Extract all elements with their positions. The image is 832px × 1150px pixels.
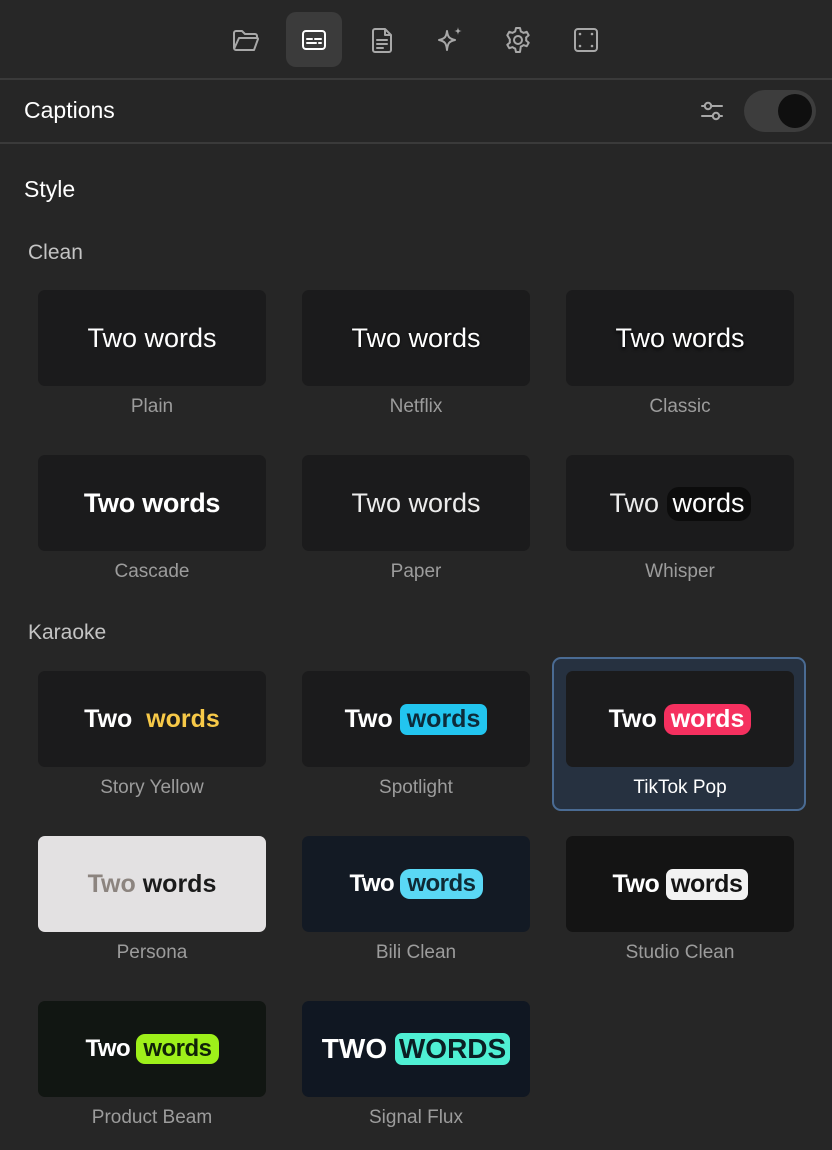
style-card-cascade[interactable]: Two words (38, 455, 266, 551)
style-card-plain[interactable]: Two words (38, 290, 266, 386)
preview-text: Two words (85, 1034, 219, 1064)
highlighted-word: words (666, 486, 751, 521)
preview-text: Two words (345, 703, 488, 735)
captions-icon (302, 29, 326, 50)
style-label-persona: Persona (116, 942, 188, 963)
highlighted-word: words (400, 869, 483, 899)
style-card-studio-clean[interactable]: Two words (566, 836, 794, 932)
highlighted-word: words (142, 869, 217, 898)
preview-text: Two words (615, 322, 745, 353)
highlighted-word: words (146, 704, 220, 733)
preview-text: Two words (87, 869, 217, 898)
style-label-cascade: Cascade (114, 561, 190, 582)
gear-icon (506, 26, 530, 53)
style-card-signal-flux[interactable]: TWO WORDS (302, 1001, 530, 1097)
preview-text: Two words (84, 704, 220, 733)
frame-icon (574, 27, 598, 52)
style-label-whisper: Whisper (645, 561, 715, 582)
style-card-persona[interactable]: Two words (38, 836, 266, 932)
style-card-paper[interactable]: Two words (302, 455, 530, 551)
style-card-tiktok-pop[interactable]: Two words (566, 671, 794, 767)
sliders-icon[interactable] (698, 97, 726, 125)
sparkles-icon (438, 26, 462, 51)
style-label-story-yellow: Story Yellow (100, 777, 204, 798)
captions-toggle[interactable] (744, 90, 816, 132)
group-label-clean: Clean (28, 241, 83, 264)
settings-button[interactable] (490, 12, 546, 67)
style-label-spotlight: Spotlight (379, 777, 453, 798)
preview-text: Two words (351, 322, 481, 353)
preview-text: Two words (612, 868, 748, 900)
style-card-product-beam[interactable]: Two words (38, 1001, 266, 1097)
style-label-classic: Classic (649, 396, 711, 417)
style-heading: Style (24, 176, 76, 202)
style-label-paper: Paper (390, 561, 442, 582)
style-card-classic[interactable]: Two words (566, 290, 794, 386)
captions-button[interactable] (286, 12, 342, 67)
style-card-bili-clean[interactable]: Two words (302, 836, 530, 932)
document-icon (372, 27, 392, 53)
style-card-whisper[interactable]: Two words (566, 455, 794, 551)
document-button[interactable] (354, 12, 410, 67)
preview-text: Two words (609, 486, 751, 521)
preview-text: Two words (83, 487, 221, 518)
folder-icon (233, 29, 259, 51)
style-label-studio-clean: Studio Clean (625, 942, 735, 963)
panel-title: Captions (24, 97, 115, 123)
preview-text: TWO WORDS (322, 1033, 511, 1065)
highlighted-word: words (136, 1034, 219, 1064)
highlighted-word: words (663, 703, 752, 735)
preview-text: Two words (351, 487, 481, 518)
preview-text: Two words (349, 869, 483, 899)
group-label-karaoke: Karaoke (28, 621, 107, 644)
effects-button[interactable] (422, 12, 478, 67)
style-label-tiktok-pop: TikTok Pop (633, 777, 727, 798)
style-card-netflix[interactable]: Two words (302, 290, 530, 386)
highlighted-word: words (399, 703, 488, 735)
preview-text: Two words (87, 322, 217, 353)
style-card-story-yellow[interactable]: Two words (38, 671, 266, 767)
toggle-knob (778, 94, 812, 128)
top-toolbar (0, 0, 832, 80)
frame-button[interactable] (558, 12, 614, 67)
highlighted-word: words (665, 868, 748, 900)
style-label-netflix: Netflix (389, 396, 443, 417)
folder-button[interactable] (218, 12, 274, 67)
style-label-product-beam: Product Beam (91, 1107, 213, 1128)
highlighted-word: WORDS (394, 1033, 511, 1065)
style-label-signal-flux: Signal Flux (369, 1107, 463, 1128)
style-label-plain: Plain (130, 396, 174, 417)
style-label-bili-clean: Bili Clean (375, 942, 457, 963)
preview-text: Two words (609, 703, 752, 735)
style-card-spotlight[interactable]: Two words (302, 671, 530, 767)
